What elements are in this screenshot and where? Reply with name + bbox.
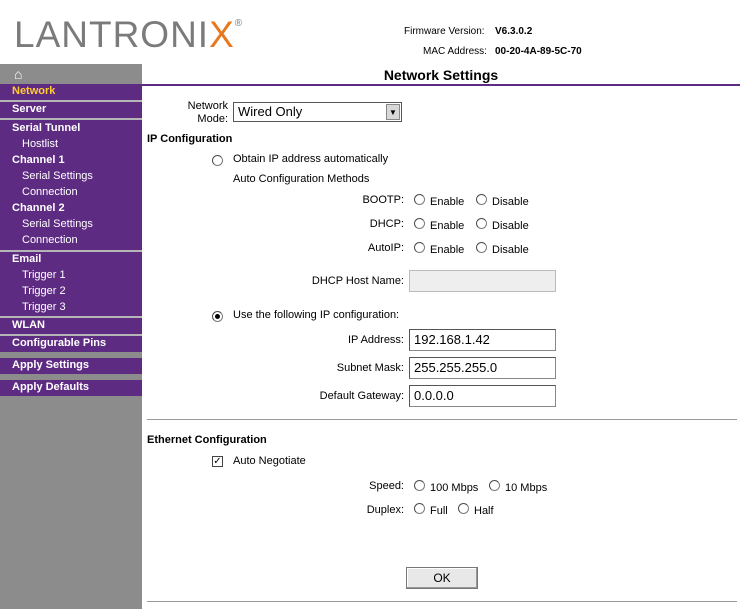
subnet-mask-label: Subnet Mask: [336,362,404,374]
nav-item-ch1-serial-settings[interactable]: Serial Settings [22,170,93,182]
mac-value: 00-20-4A-89-5C-70 [495,46,582,57]
dhcp-disable-label: Disable [492,220,529,232]
duplex-half-radio[interactable] [458,503,469,514]
obtain-auto-label: Obtain IP address automatically [233,153,389,165]
nav-item-hostlist[interactable]: Hostlist [22,138,58,150]
divider [147,601,737,602]
nav-item-apply-defaults[interactable]: Apply Defaults [12,381,89,393]
speed-10-radio[interactable] [489,480,500,491]
duplex-label: Duplex: [366,504,404,516]
nav-item-trigger-2[interactable]: Trigger 2 [22,285,66,297]
nav-item-ch2-connection[interactable]: Connection [22,234,78,246]
dhcp-disable-radio[interactable] [476,218,487,229]
ip-address-label: IP Address: [347,334,404,346]
network-mode-label-2: Mode: [197,113,228,125]
page-title: Network Settings [383,67,499,83]
firmware-label: Firmware Version: [404,26,485,37]
ok-button[interactable]: OK [406,567,478,589]
subnet-mask-input[interactable]: 255.255.255.0 [409,357,556,379]
use-following-radio[interactable] [212,311,223,322]
autoip-label: AutoIP: [367,242,404,254]
auto-negotiate-checkbox[interactable]: ✓ [212,456,223,467]
nav-item-serial-tunnel[interactable]: Serial Tunnel [12,122,80,134]
nav-item-ch2-serial-settings[interactable]: Serial Settings [22,218,93,230]
speed-100-radio[interactable] [414,480,425,491]
chevron-down-icon: ▼ [386,104,400,120]
nav-item-channel-1[interactable]: Channel 1 [12,154,65,166]
default-gateway-input[interactable]: 0.0.0.0 [409,385,556,407]
left-nav: ⌂ Network Server Serial Tunnel Hostlist … [0,64,142,609]
bootp-enable-radio[interactable] [414,194,425,205]
nav-item-ch1-connection[interactable]: Connection [22,186,78,198]
speed-label: Speed: [369,480,404,492]
default-gateway-label: Default Gateway: [319,390,404,402]
autoip-enable-radio[interactable] [414,242,425,253]
nav-item-channel-2[interactable]: Channel 2 [12,202,65,214]
nav-item-trigger-1[interactable]: Trigger 1 [22,269,66,281]
nav-block-server: Server [0,102,142,118]
ip-config-title: IP Configuration [147,133,233,145]
nav-block-apply-defaults: Apply Defaults [0,380,142,396]
nav-block-wlan: WLAN [0,318,142,334]
duplex-full-label: Full [430,505,448,517]
nav-block-email: Email Trigger 1 Trigger 2 Trigger 3 [0,252,142,316]
network-mode-value: Wired Only [238,104,303,119]
title-bar: Network Settings [142,64,740,86]
ethernet-config-title: Ethernet Configuration [147,434,267,446]
nav-block-config-pins: Configurable Pins [0,336,142,352]
duplex-half-label: Half [474,505,494,517]
dhcp-label: DHCP: [369,218,404,230]
autoip-enable-label: Enable [430,244,465,256]
dhcp-enable-radio[interactable] [414,218,425,229]
nav-block-network: Network [0,84,142,100]
dhcp-host-label: DHCP Host Name: [311,275,404,287]
nav-item-network[interactable]: Network [12,85,55,97]
auto-negotiate-label: Auto Negotiate [233,455,306,467]
bootp-label: BOOTP: [362,194,404,206]
dhcp-enable-label: Enable [430,220,465,232]
nav-block-apply-settings: Apply Settings [0,358,142,374]
bootp-disable-radio[interactable] [476,194,487,205]
nav-item-trigger-3[interactable]: Trigger 3 [22,301,66,313]
obtain-auto-radio[interactable] [212,155,223,166]
use-following-label: Use the following IP configuration: [233,309,400,321]
mac-label: MAC Address: [423,46,487,57]
nav-block-serial: Serial Tunnel Hostlist Channel 1 Serial … [0,120,142,250]
auto-methods-label: Auto Configuration Methods [233,173,370,185]
header: LANTRONIX® Firmware Version: V6.3.0.2 MA… [0,0,740,64]
network-mode-label-1: Network [187,100,228,112]
nav-item-configurable-pins[interactable]: Configurable Pins [12,337,106,349]
ip-address-input[interactable]: 192.168.1.42 [409,329,556,351]
duplex-full-radio[interactable] [414,503,425,514]
check-icon: ✓ [213,456,222,467]
nav-item-wlan[interactable]: WLAN [12,319,45,331]
divider [147,419,737,420]
network-mode-select[interactable]: Wired Only ▼ [233,102,402,122]
bootp-disable-label: Disable [492,196,529,208]
speed-100-label: 100 Mbps [430,482,479,494]
nav-item-server[interactable]: Server [12,103,46,115]
nav-item-email[interactable]: Email [12,253,41,265]
speed-10-label: 10 Mbps [505,482,548,494]
firmware-value: V6.3.0.2 [495,26,533,37]
nav-item-apply-settings[interactable]: Apply Settings [12,359,89,371]
lantronix-logo: LANTRONIX® [14,14,244,55]
autoip-disable-radio[interactable] [476,242,487,253]
home-icon[interactable]: ⌂ [0,64,142,84]
bootp-enable-label: Enable [430,196,465,208]
dhcp-host-input[interactable] [409,270,556,292]
autoip-disable-label: Disable [492,244,529,256]
